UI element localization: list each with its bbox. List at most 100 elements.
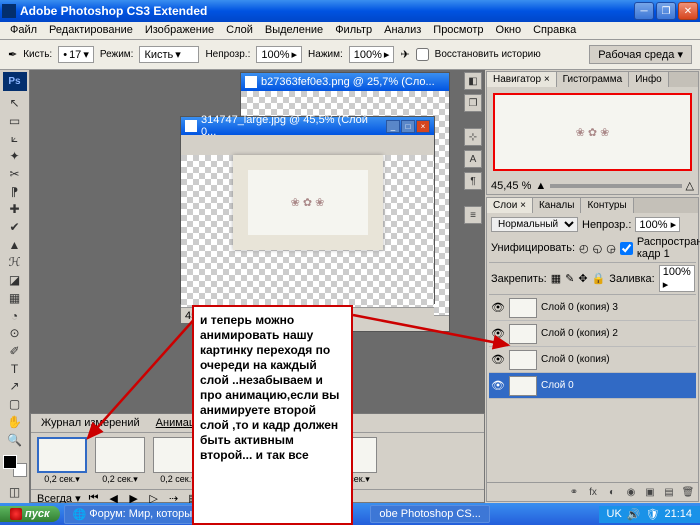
marquee-tool[interactable]: ▭ bbox=[4, 112, 26, 129]
tray-icon[interactable]: 🛡 bbox=[646, 508, 660, 521]
menu-file[interactable]: Файл bbox=[4, 22, 43, 39]
restore-history-checkbox[interactable] bbox=[416, 48, 429, 61]
lock-all-icon[interactable]: 🔒 bbox=[592, 272, 606, 285]
color-swatch[interactable] bbox=[3, 455, 27, 477]
hand-tool[interactable]: ✋ bbox=[4, 414, 26, 431]
tab-navigator[interactable]: Навигатор × bbox=[487, 72, 557, 87]
tab-info[interactable]: Инфо bbox=[629, 72, 669, 87]
folder-icon[interactable]: ▣ bbox=[642, 485, 658, 499]
document-window-2[interactable]: 314747_large.jpg @ 45,5% (Слой 0... _ □ … bbox=[180, 116, 435, 304]
history-brush-tool[interactable]: ℋ bbox=[4, 254, 26, 271]
move-tool[interactable]: ↖ bbox=[4, 95, 26, 112]
layer-row-selected[interactable]: 👁 Слой 0 bbox=[489, 373, 696, 399]
crop-tool[interactable]: ✂ bbox=[4, 165, 26, 182]
quickmask-tool[interactable]: ◫ bbox=[4, 483, 26, 500]
layer-name[interactable]: Слой 0 (копия) 3 bbox=[541, 302, 694, 313]
menu-analysis[interactable]: Анализ bbox=[378, 22, 427, 39]
adjustment-icon[interactable]: ◉ bbox=[623, 485, 639, 499]
layer-fx-icon[interactable]: fx bbox=[585, 485, 601, 499]
layer-mask-icon[interactable]: ◐ bbox=[604, 485, 620, 499]
type-tool[interactable]: T bbox=[4, 360, 26, 377]
blend-mode-select[interactable]: Нормальный bbox=[491, 217, 578, 232]
zoom-in-icon[interactable]: △ bbox=[686, 179, 694, 192]
strip-icon-5[interactable]: ¶ bbox=[464, 172, 482, 190]
clock[interactable]: 21:14 bbox=[664, 508, 692, 520]
tab-layers[interactable]: Слои × bbox=[487, 198, 533, 213]
eraser-tool[interactable]: ◪ bbox=[4, 272, 26, 289]
doc-close[interactable]: × bbox=[416, 120, 430, 133]
nav-zoom[interactable]: 45,45 % bbox=[491, 180, 531, 192]
pen-tool[interactable]: ✐ bbox=[4, 343, 26, 360]
lasso-tool[interactable]: ⟀ bbox=[4, 130, 26, 147]
lock-pixels-icon[interactable]: ✎ bbox=[565, 272, 574, 285]
navigator-preview[interactable]: ❀ ✿ ❀ bbox=[493, 93, 692, 171]
visibility-icon[interactable]: 👁 bbox=[491, 379, 505, 392]
zoom-out-icon[interactable]: ▲ bbox=[535, 180, 546, 192]
flow-input[interactable]: 100% ▸ bbox=[349, 46, 395, 63]
minimize-button[interactable]: ─ bbox=[634, 2, 654, 20]
unify-icon-1[interactable]: ◴ bbox=[579, 242, 589, 255]
visibility-icon[interactable]: 👁 bbox=[491, 353, 505, 366]
zoom-slider[interactable] bbox=[550, 184, 681, 188]
propagate-checkbox[interactable] bbox=[620, 242, 633, 255]
tab-histogram[interactable]: Гистограмма bbox=[557, 72, 630, 87]
layer-row[interactable]: 👁 Слой 0 (копия) 3 bbox=[489, 295, 696, 321]
menu-help[interactable]: Справка bbox=[527, 22, 582, 39]
taskbar-item-1[interactable]: 🌐Форум: Мир, которы... bbox=[64, 505, 211, 524]
doc-minimize[interactable]: _ bbox=[386, 120, 400, 133]
new-layer-icon[interactable]: ▤ bbox=[661, 485, 677, 499]
blur-tool[interactable]: ◔ bbox=[4, 307, 26, 324]
fill-input[interactable]: 100% ▸ bbox=[659, 265, 695, 292]
lock-pos-icon[interactable]: ✥ bbox=[578, 272, 587, 285]
tab-measurement[interactable]: Журнал измерений bbox=[35, 416, 146, 430]
dodge-tool[interactable]: ⊙ bbox=[4, 325, 26, 342]
lang-indicator[interactable]: UK bbox=[607, 508, 622, 520]
strip-icon-3[interactable]: ⊹ bbox=[464, 128, 482, 146]
gradient-tool[interactable]: ▦ bbox=[4, 289, 26, 306]
tab-channels[interactable]: Каналы bbox=[533, 198, 582, 213]
menu-select[interactable]: Выделение bbox=[259, 22, 329, 39]
stamp-tool[interactable]: ▲ bbox=[4, 236, 26, 253]
brush-size[interactable]: • 17 ▾ bbox=[58, 46, 94, 63]
frame-1[interactable]: 0,2 сек.▾ bbox=[35, 437, 89, 485]
zoom-tool[interactable]: 🔍 bbox=[4, 431, 26, 448]
strip-icon-4[interactable]: A bbox=[464, 150, 482, 168]
healing-tool[interactable]: ✚ bbox=[4, 201, 26, 218]
menu-view[interactable]: Просмотр bbox=[427, 22, 489, 39]
menu-filter[interactable]: Фильтр bbox=[329, 22, 378, 39]
close-button[interactable]: ✕ bbox=[678, 2, 698, 20]
delete-layer-icon[interactable]: 🗑 bbox=[680, 485, 696, 499]
maximize-button[interactable]: ❐ bbox=[656, 2, 676, 20]
eyedropper-tool[interactable]: ⁋ bbox=[4, 183, 26, 200]
layer-name[interactable]: Слой 0 bbox=[541, 380, 694, 391]
strip-icon-1[interactable]: ◧ bbox=[464, 72, 482, 90]
start-button[interactable]: пуск bbox=[0, 506, 60, 522]
tab-paths[interactable]: Контуры bbox=[581, 198, 633, 213]
fg-color[interactable] bbox=[3, 455, 17, 469]
layer-name[interactable]: Слой 0 (копия) 2 bbox=[541, 328, 694, 339]
menu-edit[interactable]: Редактирование bbox=[43, 22, 139, 39]
unify-icon-2[interactable]: ◵ bbox=[593, 242, 603, 255]
unify-icon-3[interactable]: ◶ bbox=[606, 242, 616, 255]
strip-icon-6[interactable]: ≡ bbox=[464, 206, 482, 224]
tray-icon[interactable]: 🔊 bbox=[627, 508, 641, 521]
lock-trans-icon[interactable]: ▦ bbox=[551, 272, 561, 285]
doc-maximize[interactable]: □ bbox=[401, 120, 415, 133]
path-tool[interactable]: ↗ bbox=[4, 378, 26, 395]
visibility-icon[interactable]: 👁 bbox=[491, 301, 505, 314]
strip-icon-2[interactable]: ❐ bbox=[464, 94, 482, 112]
taskbar-item-2[interactable]: obe Photoshop CS... bbox=[370, 505, 490, 523]
menu-layer[interactable]: Слой bbox=[220, 22, 259, 39]
shape-tool[interactable]: ▢ bbox=[4, 396, 26, 413]
visibility-icon[interactable]: 👁 bbox=[491, 327, 505, 340]
layer-opacity-input[interactable]: 100% ▸ bbox=[635, 217, 680, 232]
mode-select[interactable]: Кисть ▾ bbox=[139, 46, 199, 63]
layer-name[interactable]: Слой 0 (копия) bbox=[541, 354, 694, 365]
menu-window[interactable]: Окно bbox=[490, 22, 528, 39]
layer-row[interactable]: 👁 Слой 0 (копия) bbox=[489, 347, 696, 373]
brush-tool[interactable]: ✔ bbox=[4, 219, 26, 236]
frame-2[interactable]: 0,2 сек.▾ bbox=[93, 437, 147, 485]
menu-image[interactable]: Изображение bbox=[139, 22, 220, 39]
opacity-input[interactable]: 100% ▸ bbox=[256, 46, 302, 63]
link-layers-icon[interactable]: ⚭ bbox=[566, 485, 582, 499]
